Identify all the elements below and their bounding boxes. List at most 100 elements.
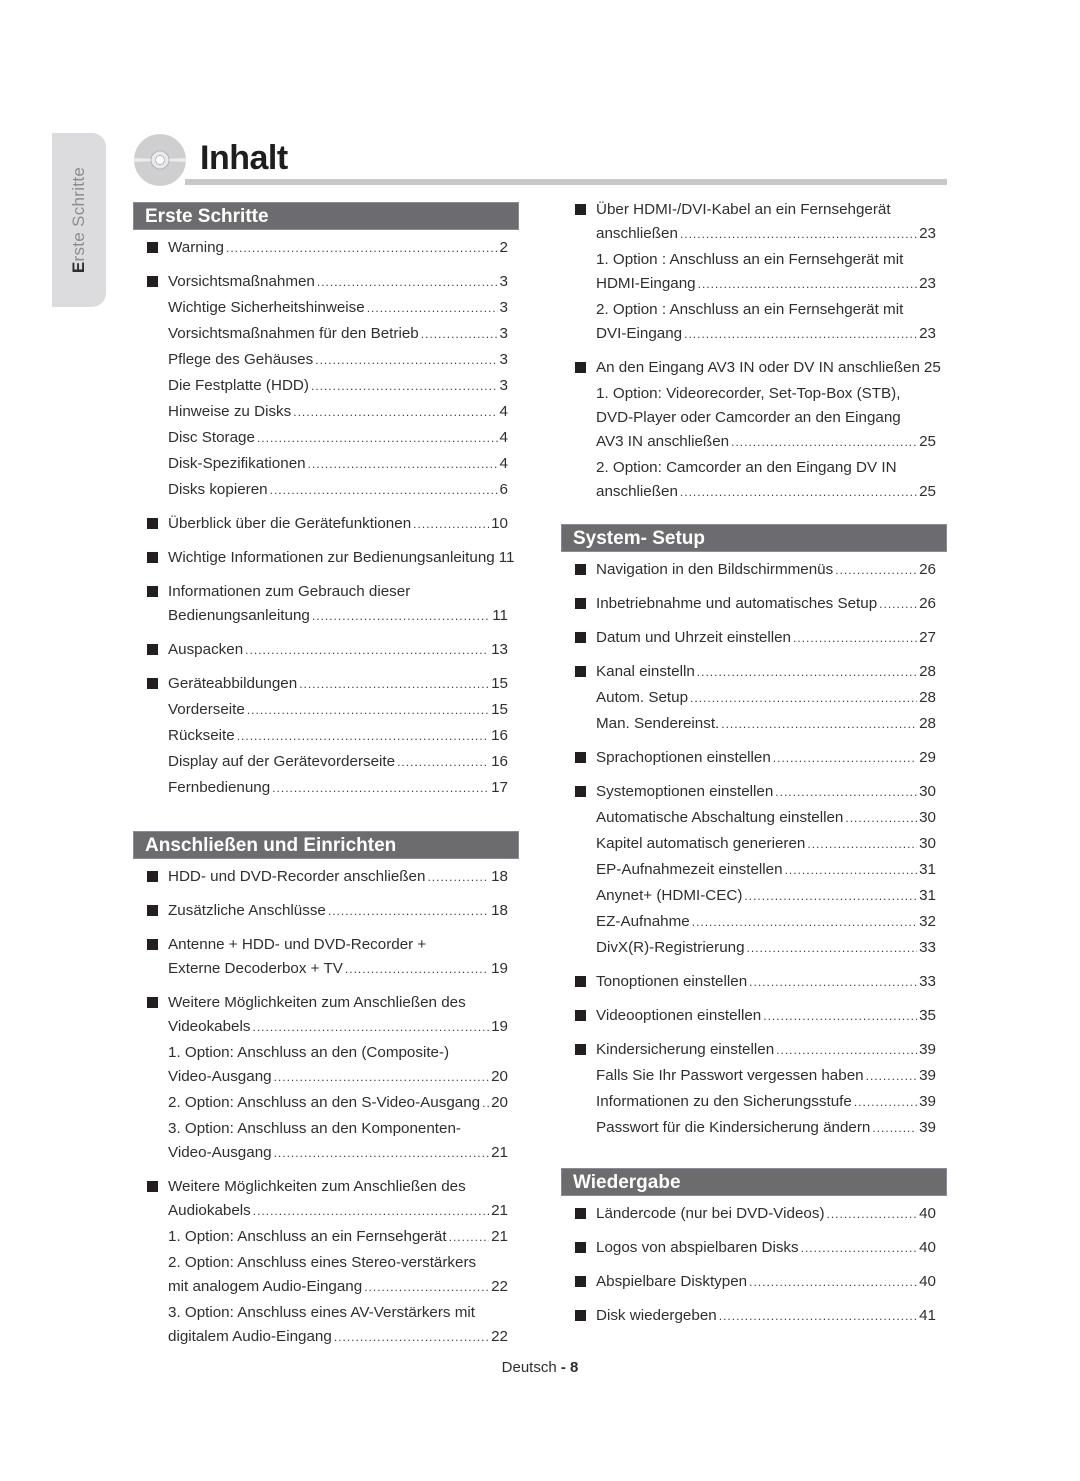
dot-leader xyxy=(749,970,917,994)
toc-entry[interactable]: Informationen zum Gebrauch dieser Bedienu… xyxy=(133,580,519,628)
toc-entry[interactable]: Ländercode (nur bei DVD-Videos) 40 xyxy=(561,1202,947,1226)
toc-entry[interactable]: Anynet+ (HDMI-CEC) 31 xyxy=(561,884,947,908)
toc-entry[interactable]: Inbetriebnahme und automatisches Setup 26 xyxy=(561,592,947,616)
toc-entry[interactable]: Man. Sendereinst. 28 xyxy=(561,712,947,736)
toc-entry[interactable]: Informationen zu den Sicherungsstufe 39 xyxy=(561,1090,947,1114)
toc-entry-title: 3. Option: Anschluss eines AV-Verstärker… xyxy=(168,1304,475,1321)
toc-entry[interactable]: 3. Option: Anschluss eines AV-Verstärker… xyxy=(133,1301,519,1349)
toc-line: Weitere Möglichkeiten zum Anschließen de… xyxy=(168,1175,519,1199)
toc-entry[interactable]: Warning 2 xyxy=(133,236,519,260)
toc-entry-title: anschließen xyxy=(596,225,678,242)
toc-entry[interactable]: Vorsichtsmaßnahmen für den Betrieb 3 xyxy=(133,322,519,346)
toc-entry[interactable]: 1. Option : Anschluss an ein Fernsehgerä… xyxy=(561,248,947,296)
toc-entry-title: DVI-Eingang xyxy=(596,325,683,342)
toc-page-number: 19 xyxy=(491,960,508,977)
toc-entry[interactable]: 2. Option: Camcorder an den Eingang DV I… xyxy=(561,456,947,504)
toc-entry[interactable]: Abspielbare Disktypen 40 xyxy=(561,1270,947,1294)
toc-entry-title: Die Festplatte (HDD) xyxy=(168,377,309,394)
toc-entry[interactable]: Die Festplatte (HDD) 3 xyxy=(133,374,519,398)
dot-leader xyxy=(680,480,917,504)
toc-line: Disc Storage 4 xyxy=(168,426,519,450)
toc-page-number: 25 xyxy=(919,433,936,450)
toc-entry[interactable]: Disc Storage 4 xyxy=(133,426,519,450)
toc-entry[interactable]: 1. Option: Anschluss an den (Composite-)… xyxy=(133,1041,519,1089)
toc-line: mit analogem Audio-Eingang 22 xyxy=(168,1275,519,1299)
toc-entry[interactable]: Weitere Möglichkeiten zum Anschließen de… xyxy=(133,991,519,1039)
toc-page-number: 3 xyxy=(499,377,508,394)
toc-entry[interactable]: Wichtige Sicherheitshinweise 3 xyxy=(133,296,519,320)
toc-entry[interactable]: Weitere Möglichkeiten zum Anschließen de… xyxy=(133,1175,519,1223)
toc-entry[interactable]: Sprachoptionen einstellen 29 xyxy=(561,746,947,770)
toc-entry[interactable]: Pflege des Gehäuses 3 xyxy=(133,348,519,372)
toc-entry[interactable]: Datum und Uhrzeit einstellen 27 xyxy=(561,626,947,650)
toc-page-number: 3 xyxy=(499,325,508,342)
toc-entry[interactable]: 2. Option : Anschluss an ein Fernsehgerä… xyxy=(561,298,947,346)
toc-entry[interactable]: Disk wiedergeben 41 xyxy=(561,1304,947,1328)
toc-entry[interactable]: Kapitel automatisch generieren 30 xyxy=(561,832,947,856)
toc-entry[interactable]: Geräteabbildungen 15 xyxy=(133,672,519,696)
square-bullet-icon xyxy=(575,564,586,575)
toc-entry[interactable]: 3. Option: Anschluss an den Komponenten-… xyxy=(133,1117,519,1165)
toc-entry[interactable]: Autom. Setup 28 xyxy=(561,686,947,710)
toc-entry[interactable]: Wichtige Informationen zur Bedienungsanl… xyxy=(133,546,519,570)
toc-entry-title: Inbetriebnahme und automatisches Setup xyxy=(596,595,878,612)
toc-entry[interactable]: Überblick über die Gerätefunktionen 10 xyxy=(133,512,519,536)
dot-leader xyxy=(299,672,489,696)
toc-entry[interactable]: Disks kopieren 6 xyxy=(133,478,519,502)
toc-entry[interactable]: Kanal einstelln 28 xyxy=(561,660,947,684)
toc-entry[interactable]: Auspacken 13 xyxy=(133,638,519,662)
toc-entry-title: Kanal einstelln xyxy=(596,663,695,680)
toc-entry[interactable]: Fernbedienung 17 xyxy=(133,776,519,800)
toc-entry[interactable]: Antenne + HDD- und DVD-Recorder + Externe… xyxy=(133,933,519,981)
toc-entry[interactable]: Kindersicherung einstellen 39 xyxy=(561,1038,947,1062)
toc-entry[interactable]: Vorderseite 15 xyxy=(133,698,519,722)
toc-entry[interactable]: HDD- und DVD-Recorder anschließen 18 xyxy=(133,865,519,889)
toc-entry[interactable]: Rückseite 16 xyxy=(133,724,519,748)
toc-line: Kindersicherung einstellen 39 xyxy=(596,1038,947,1062)
toc-entry[interactable]: Display auf der Gerätevorderseite 16 xyxy=(133,750,519,774)
toc-entry[interactable]: Vorsichtsmaßnahmen 3 xyxy=(133,270,519,294)
toc-entry-title: 2. Option: Anschluss an den S-Video-Ausg… xyxy=(168,1094,481,1111)
page-title: Inhalt xyxy=(200,139,288,177)
toc-line: Sprachoptionen einstellen 29 xyxy=(596,746,947,770)
dot-leader xyxy=(793,626,917,650)
toc-entry[interactable]: Tonoptionen einstellen 33 xyxy=(561,970,947,994)
toc-entry[interactable]: An den Eingang AV3 IN oder DV IN anschli… xyxy=(561,356,947,380)
toc-page-number: 39 xyxy=(919,1119,936,1136)
toc-entry[interactable]: 1. Option: Anschluss an ein Fernsehgerät… xyxy=(133,1225,519,1249)
toc-entry[interactable]: Über HDMI-/DVI-Kabel an ein Fernsehgerät… xyxy=(561,198,947,246)
toc-entry[interactable]: Hinweise zu Disks 4 xyxy=(133,400,519,424)
toc-entry[interactable]: 2. Option: Anschluss eines Stereo-verstä… xyxy=(133,1251,519,1299)
toc-entry[interactable]: EP-Aufnahmezeit einstellen 31 xyxy=(561,858,947,882)
toc-entry-title: Überblick über die Gerätefunktionen xyxy=(168,515,412,532)
toc-entry[interactable]: Videooptionen einstellen 35 xyxy=(561,1004,947,1028)
toc-page-number: 28 xyxy=(919,663,936,680)
toc-entry[interactable]: Disk-Spezifikationen 4 xyxy=(133,452,519,476)
toc-entry[interactable]: 2. Option: Anschluss an den S-Video-Ausg… xyxy=(133,1091,519,1115)
toc-entry[interactable]: Logos von abspielbaren Disks 40 xyxy=(561,1236,947,1260)
toc-page-number: 23 xyxy=(919,275,936,292)
toc-entry[interactable]: Passwort für die Kindersicherung ändern 3… xyxy=(561,1116,947,1140)
toc-entry[interactable]: DivX(R)-Registrierung 33 xyxy=(561,936,947,960)
toc-page-number: 32 xyxy=(919,913,936,930)
toc-entry-title: Disk wiedergeben xyxy=(596,1307,717,1324)
section-header: Wiedergabe xyxy=(561,1168,947,1196)
toc-entry[interactable]: EZ-Aufnahme 32 xyxy=(561,910,947,934)
toc-entry[interactable]: Falls Sie Ihr Passwort vergessen haben 39 xyxy=(561,1064,947,1088)
toc-page-number: 20 xyxy=(491,1068,508,1085)
toc-entry-title: Weitere Möglichkeiten zum Anschließen de… xyxy=(168,1178,466,1195)
side-tab-initial: E xyxy=(69,261,88,274)
square-bullet-icon xyxy=(575,1044,586,1055)
toc-entry[interactable]: Systemoptionen einstellen 30 xyxy=(561,780,947,804)
dot-leader xyxy=(367,296,498,320)
toc-entry[interactable]: 1. Option: Videorecorder, Set-Top-Box (S… xyxy=(561,382,947,454)
toc-entry-title: Weitere Möglichkeiten zum Anschließen de… xyxy=(168,994,466,1011)
toc-line: Wichtige Informationen zur Bedienungsanl… xyxy=(168,546,519,570)
toc-entry[interactable]: Automatische Abschaltung einstellen 30 xyxy=(561,806,947,830)
toc-entry[interactable]: Zusätzliche Anschlüsse 18 xyxy=(133,899,519,923)
dot-leader xyxy=(272,776,489,800)
toc-page-number: 19 xyxy=(491,1018,508,1035)
toc-entry[interactable]: Navigation in den Bildschirmmenüs 26 xyxy=(561,558,947,582)
dot-leader xyxy=(776,1038,917,1062)
toc-entry-title: Auspacken xyxy=(168,641,244,658)
